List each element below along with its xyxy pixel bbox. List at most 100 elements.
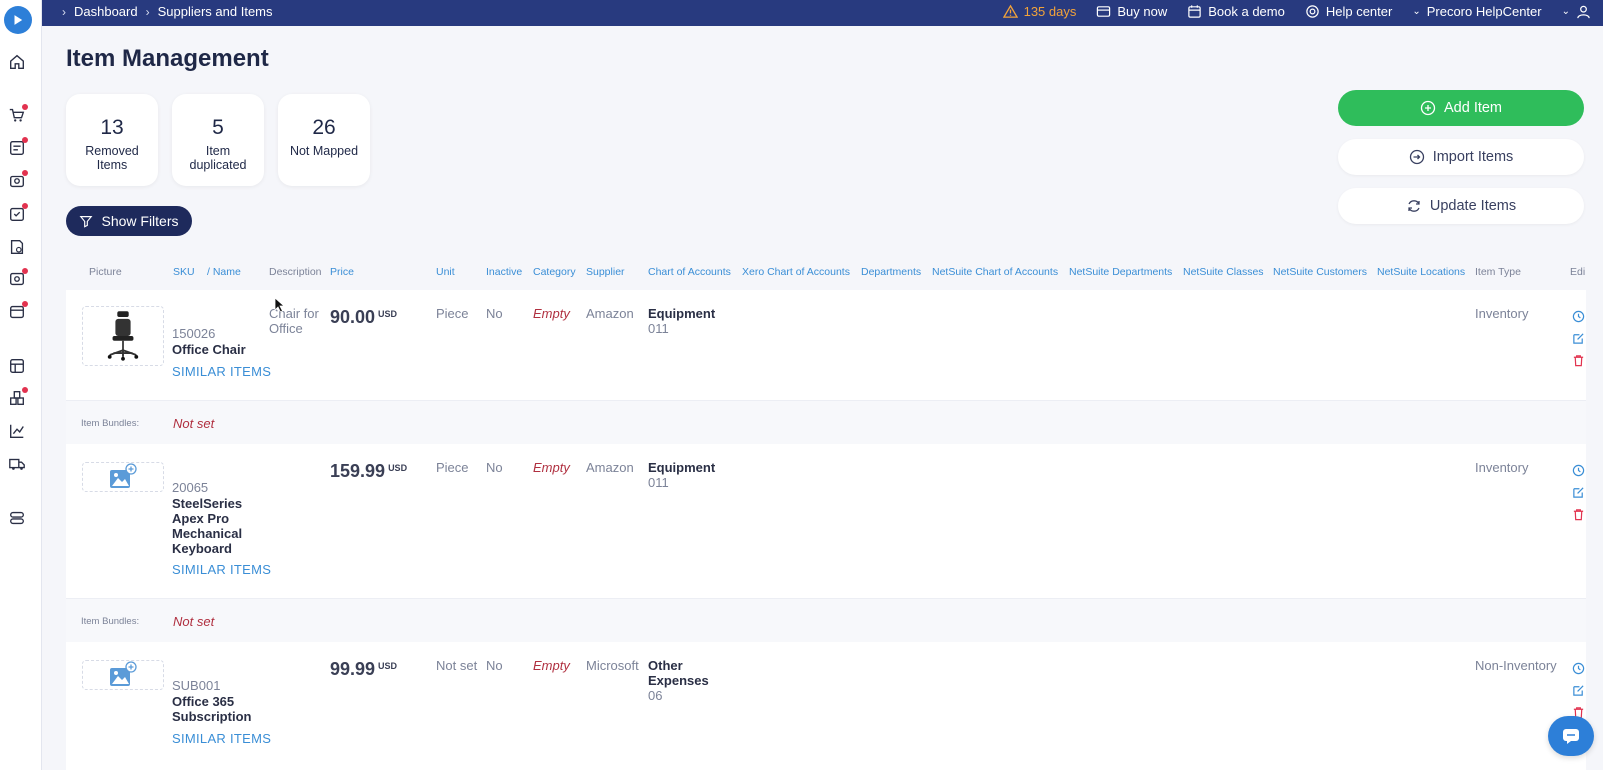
analytics-icon[interactable] [8, 422, 26, 440]
stat-item-duplicated[interactable]: 5 Item duplicated [172, 94, 264, 186]
office-chair-icon [107, 311, 139, 361]
stat-value: 26 [312, 116, 336, 139]
item-type: Non-Inventory [1475, 658, 1557, 673]
history-icon[interactable] [1572, 310, 1585, 323]
item-name[interactable]: SteelSeries Apex Pro Mechanical Keyboard [172, 496, 252, 556]
trial-days-text: 135 days [1023, 4, 1077, 19]
import-items-button[interactable]: Import Items [1338, 139, 1584, 175]
history-icon[interactable] [1572, 464, 1585, 477]
similar-items-link[interactable]: SIMILAR ITEMS [172, 562, 271, 577]
item-coa-name: Other Expenses [648, 658, 709, 688]
col-name[interactable]: / Name [207, 266, 241, 278]
edit-icon[interactable] [1572, 332, 1585, 345]
stat-label: Not Mapped [289, 144, 359, 158]
col-supplier[interactable]: Supplier [586, 266, 625, 278]
col-netsuite-classes[interactable]: NetSuite Classes [1183, 266, 1264, 278]
breadcrumb-dashboard[interactable]: Dashboard [74, 4, 138, 19]
history-icon[interactable] [1572, 662, 1585, 675]
col-xero-chart-of-accounts[interactable]: Xero Chart of Accounts [742, 266, 850, 278]
trash-icon[interactable] [1572, 354, 1585, 367]
add-item-button[interactable]: Add Item [1338, 90, 1584, 126]
table-header: Picture SKU / Name Description Price Uni… [66, 256, 1586, 290]
account-switcher[interactable]: ⌄ Precoro HelpCenter [1412, 4, 1541, 19]
col-unit[interactable]: Unit [436, 266, 455, 278]
col-category[interactable]: Category [533, 266, 576, 278]
table-row: SUB001 Office 365 Subscription SIMILAR I… [66, 642, 1586, 770]
chat-widget-button[interactable] [1548, 716, 1594, 756]
item-category: Empty [533, 306, 570, 321]
breadcrumb-suppliers-and-items[interactable]: Suppliers and Items [158, 4, 273, 19]
similar-items-link[interactable]: SIMILAR ITEMS [172, 731, 271, 746]
stat-label: Removed Items [85, 144, 139, 172]
item-unit: Piece [436, 306, 469, 321]
col-netsuite-locations[interactable]: NetSuite Locations [1377, 266, 1465, 278]
price-value: 99.99 [330, 659, 376, 679]
item-picture-placeholder[interactable] [82, 660, 164, 690]
book-demo-label: Book a demo [1208, 4, 1285, 19]
similar-items-link[interactable]: SIMILAR ITEMS [172, 364, 271, 379]
payments-icon[interactable] [8, 301, 28, 321]
precoro-logo[interactable] [4, 6, 32, 34]
invoices-icon[interactable] [8, 268, 28, 288]
col-netsuite-chart-of-accounts[interactable]: NetSuite Chart of Accounts [932, 266, 1058, 278]
col-chart-of-accounts[interactable]: Chart of Accounts [648, 266, 731, 278]
item-sku: SUB001 [172, 678, 221, 693]
col-sku[interactable]: SKU [173, 266, 195, 278]
buy-now-link[interactable]: Buy now [1096, 4, 1167, 19]
item-inactive: No [486, 306, 503, 321]
book-demo-link[interactable]: Book a demo [1187, 4, 1285, 19]
receipts-icon[interactable] [8, 238, 26, 256]
edit-icon[interactable] [1572, 486, 1585, 499]
item-picture[interactable] [82, 306, 164, 366]
cart-icon[interactable] [8, 104, 28, 124]
item-picture-placeholder[interactable] [82, 462, 164, 492]
item-coa-name: Equipment [648, 306, 716, 321]
col-departments[interactable]: Departments [861, 266, 921, 278]
col-netsuite-customers[interactable]: NetSuite Customers [1273, 266, 1367, 278]
item-bundles-row: Item Bundles: Not set [66, 400, 1586, 444]
settings-icon[interactable] [8, 509, 26, 527]
stat-removed-items[interactable]: 13 Removed Items [66, 94, 158, 186]
delivery-icon[interactable] [8, 455, 26, 473]
col-item-type: Item Type [1475, 266, 1521, 278]
price-currency: USD [378, 309, 398, 319]
item-supplier: Amazon [586, 306, 634, 321]
item-name[interactable]: Office Chair [172, 342, 262, 357]
orders-icon[interactable] [8, 170, 28, 190]
price-currency: USD [378, 661, 398, 671]
card-icon [1097, 6, 1111, 17]
item-unit: Not set [436, 658, 478, 673]
item-supplier: Microsoft [586, 658, 639, 673]
col-netsuite-departments[interactable]: NetSuite Departments [1069, 266, 1172, 278]
price-value: 159.99 [330, 461, 386, 481]
requests-icon[interactable] [8, 137, 28, 157]
item-name[interactable]: Office 365 Subscription [172, 694, 262, 724]
col-price[interactable]: Price [330, 266, 354, 278]
stat-value: 5 [212, 116, 224, 139]
stat-not-mapped[interactable]: 26 Not Mapped [278, 94, 370, 186]
user-menu[interactable]: ⌄ [1562, 4, 1591, 19]
stat-value: 13 [100, 116, 124, 139]
trial-indicator[interactable]: 135 days [1002, 4, 1077, 19]
show-filters-button[interactable]: Show Filters [66, 206, 192, 236]
budgets-icon[interactable] [8, 357, 26, 375]
chevron-down-icon: ⌄ [1561, 6, 1570, 17]
update-items-button[interactable]: Update Items [1338, 188, 1584, 224]
approvals-icon[interactable] [8, 203, 28, 223]
buy-now-label: Buy now [1117, 4, 1168, 19]
calendar-icon [1188, 5, 1201, 18]
trash-icon[interactable] [1572, 508, 1585, 521]
inventory-icon[interactable] [8, 387, 28, 407]
price-currency: USD [388, 463, 408, 473]
help-center-label: Help center [1325, 4, 1393, 19]
help-center-link[interactable]: Help center [1305, 4, 1392, 19]
col-inactive[interactable]: Inactive [486, 266, 522, 278]
home-icon[interactable] [8, 53, 26, 71]
warning-icon [1002, 4, 1018, 18]
item-price: 99.99 USD [330, 659, 397, 680]
edit-icon[interactable] [1572, 684, 1585, 697]
account-name: Precoro HelpCenter [1426, 4, 1542, 19]
add-item-label: Add Item [1443, 100, 1503, 116]
item-coa-code: 06 [648, 688, 663, 703]
item-inactive: No [486, 658, 503, 673]
